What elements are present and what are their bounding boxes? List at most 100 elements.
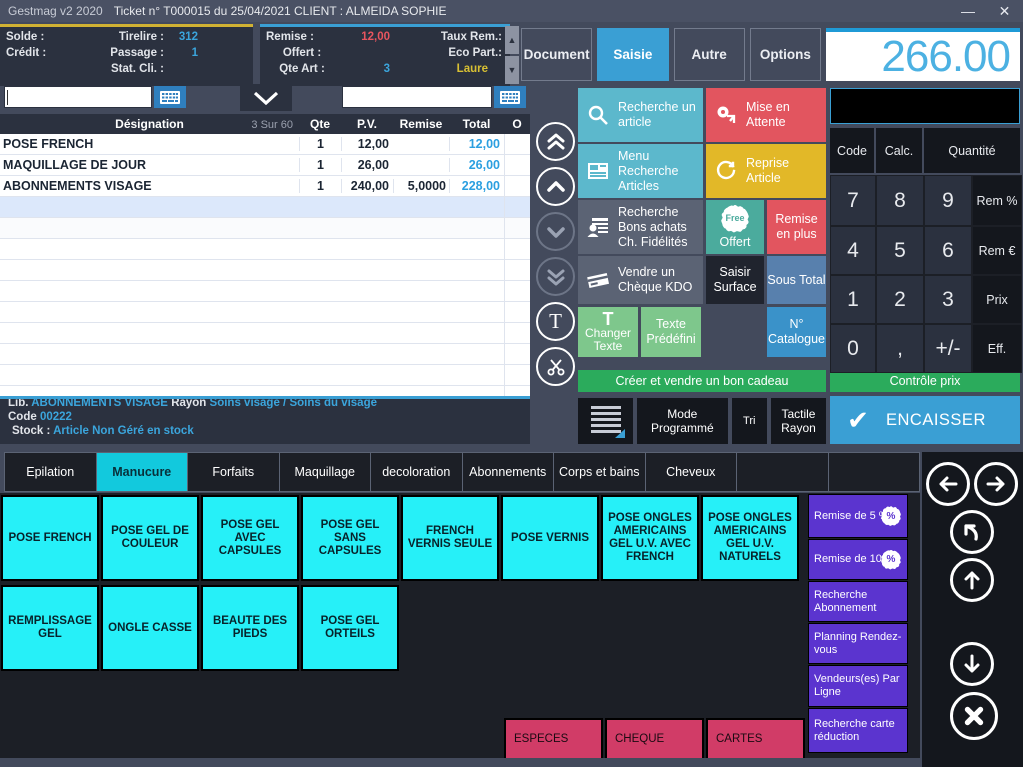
header-scroll-buttons[interactable]: ▲ ▼ (505, 26, 519, 84)
rayon-tab-empty-8[interactable] (737, 453, 829, 491)
table-row-empty[interactable] (0, 365, 530, 386)
keypad-key-remx%[interactable]: Rem % (972, 175, 1022, 226)
main-menu-tabs[interactable]: Document Saisie Autre Options (521, 28, 821, 81)
tile-offert[interactable]: Free Offert (706, 200, 764, 254)
rayon-tab-abonnements[interactable]: Abonnements (462, 453, 554, 491)
table-row-empty[interactable] (0, 281, 530, 302)
table-row-empty[interactable] (0, 260, 530, 281)
table-row[interactable]: ABONNEMENTS VISAGE 1 240,00 5,0000 228,00 (0, 176, 530, 197)
table-row-selected[interactable] (0, 197, 530, 218)
controle-prix-button[interactable]: Contrôle prix (830, 370, 1020, 392)
menu-tab-document[interactable]: Document (521, 28, 593, 81)
rayon-tab-decoloration[interactable]: decoloration (371, 453, 463, 491)
scroll-down-icon[interactable]: ▼ (505, 56, 519, 84)
product-button[interactable]: POSE FRENCH (1, 495, 99, 581)
menu-lines-button[interactable] (578, 398, 634, 444)
scanner-keyboard-icon[interactable] (154, 86, 186, 108)
bottom-toolbar[interactable]: Mode Programmé Tri Tactile Rayon (578, 398, 826, 444)
tile-n-catalogue[interactable]: N° Catalogue (767, 307, 826, 357)
menu-tab-saisie[interactable]: Saisie (597, 28, 669, 81)
keypad-key-0[interactable]: 0 (830, 324, 876, 373)
article-search-input[interactable] (342, 86, 492, 108)
product-button[interactable]: FRENCH VERNIS SEULE (401, 495, 499, 581)
rayon-tab-epilation[interactable]: Epilation (5, 453, 97, 491)
arrow-up-icon[interactable] (950, 558, 994, 602)
keypad-key-xxx[interactable]: +/- (924, 324, 972, 373)
keypad-key-5[interactable]: 5 (876, 226, 924, 275)
rayon-tabs[interactable]: Epilation Manucure Forfaits Maquillage decol… (4, 452, 920, 492)
arrow-left-icon[interactable] (926, 462, 970, 506)
double-chevron-up-icon[interactable] (536, 122, 575, 161)
product-button[interactable]: REMPLISSAGE GEL (1, 585, 99, 671)
product-grid[interactable]: POSE FRENCH POSE GEL DE COULEUR POSE GEL A… (0, 493, 920, 767)
table-row-empty[interactable] (0, 344, 530, 365)
keypad-key-7[interactable]: 7 (830, 175, 876, 226)
keypad-key-4[interactable]: 4 (830, 226, 876, 275)
product-button[interactable]: POSE GEL AVEC CAPSULES (201, 495, 299, 581)
function-button[interactable]: Remise de 10 %% (808, 539, 908, 580)
close-x-icon[interactable] (950, 692, 998, 740)
chevron-up-icon[interactable] (536, 167, 575, 206)
mode-programme-button[interactable]: Mode Programmé (637, 398, 728, 444)
rayon-tab-cheveux[interactable]: Cheveux (645, 453, 737, 491)
tile-mise-en-attente[interactable]: Mise en Attente (706, 88, 826, 142)
product-button[interactable]: ONGLE CASSE (101, 585, 199, 671)
table-row-empty[interactable] (0, 302, 530, 323)
payment-button[interactable]: CHEQUE (605, 718, 704, 760)
product-button[interactable]: POSE VERNIS (501, 495, 599, 581)
tile-menu-recherche-articles[interactable]: Menu Recherche Articles (578, 144, 703, 198)
keypad-key-x[interactable]: , (876, 324, 924, 373)
keypad-key-8[interactable]: 8 (876, 175, 924, 226)
product-button[interactable]: POSE GEL ORTEILS (301, 585, 399, 671)
table-row-empty[interactable] (0, 218, 530, 239)
keypad-key-1[interactable]: 1 (830, 275, 876, 324)
scissors-icon[interactable] (536, 347, 575, 386)
ticket-lines-table[interactable]: Désignation 3 Sur 60 Qte P.V. Remise Tot… (0, 114, 530, 428)
scroll-up-icon[interactable]: ▲ (505, 26, 519, 54)
rayon-tab-empty-9[interactable] (828, 453, 919, 491)
product-button[interactable]: BEAUTE DES PIEDS (201, 585, 299, 671)
undo-arrow-icon[interactable] (950, 510, 994, 554)
table-row-empty[interactable] (0, 323, 530, 344)
arrow-down-icon[interactable] (950, 642, 994, 686)
payment-button[interactable]: ESPECES (504, 718, 603, 760)
menu-tab-options[interactable]: Options (749, 28, 821, 81)
arrow-right-icon[interactable] (974, 462, 1018, 506)
keypad-key-9[interactable]: 9 (924, 175, 972, 226)
tile-recherche-bons-achats[interactable]: Recherche Bons achats Ch. Fidélités (578, 200, 703, 254)
keypad-key-remx€[interactable]: Rem € (972, 226, 1022, 275)
keypad-key-prix[interactable]: Prix (972, 275, 1022, 324)
tile-reprise-article[interactable]: Reprise Article (706, 144, 826, 198)
keypad-key-6[interactable]: 6 (924, 226, 972, 275)
function-button[interactable]: Recherche carte réduction (808, 708, 908, 753)
table-row-empty[interactable] (0, 239, 530, 260)
article-keyboard-icon[interactable] (494, 86, 526, 108)
tri-button[interactable]: Tri (731, 398, 767, 444)
table-row[interactable]: MAQUILLAGE DE JOUR 1 26,00 26,00 (0, 155, 530, 176)
rayon-tab-forfaits[interactable]: Forfaits (188, 453, 280, 491)
rayon-tab-manucure[interactable]: Manucure (96, 453, 188, 491)
function-button[interactable]: Vendeurs(es) Par Ligne (808, 665, 908, 707)
tile-saisir-surface[interactable]: Saisir Surface (706, 256, 764, 304)
product-button[interactable]: POSE ONGLES AMERICAINS GEL U.V. NATURELS (701, 495, 799, 581)
payment-button[interactable]: CARTES (706, 718, 805, 760)
table-body[interactable]: POSE FRENCH 1 12,00 12,00 MAQUILLAGE DE JOUR… (0, 134, 530, 428)
navigation-panel[interactable]: 1 Quitter (922, 452, 1023, 767)
menu-tab-autre[interactable]: Autre (673, 28, 745, 81)
bon-cadeau-button[interactable]: Créer et vendre un bon cadeau (578, 370, 826, 392)
keypad-key-3[interactable]: 3 (924, 275, 972, 324)
minimize-button[interactable]: — (950, 0, 986, 22)
encaisser-button[interactable]: ✔ ENCAISSER (830, 396, 1020, 444)
function-button[interactable]: Planning Rendez-vous (808, 623, 908, 664)
chevron-down-icon[interactable] (536, 212, 575, 251)
tactile-rayon-button[interactable]: Tactile Rayon (770, 398, 826, 444)
rayon-tab-corps-et-bains[interactable]: Corps et bains (554, 453, 646, 491)
tile-changer-texte[interactable]: T Changer Texte (578, 307, 638, 357)
product-button[interactable]: POSE ONGLES AMERICAINS GEL U.V. AVEC FRE… (601, 495, 699, 581)
tile-vendre-cheque-kdo[interactable]: Vendre un Chèque KDO (578, 256, 703, 304)
product-button[interactable]: POSE GEL DE COULEUR (101, 495, 199, 581)
tile-sous-total[interactable]: Sous Total (767, 256, 826, 304)
tile-remise-en-plus[interactable]: Remise en plus (767, 200, 826, 254)
scanner-input[interactable] (4, 86, 152, 108)
keypad-key-effx[interactable]: Eff. (972, 324, 1022, 373)
